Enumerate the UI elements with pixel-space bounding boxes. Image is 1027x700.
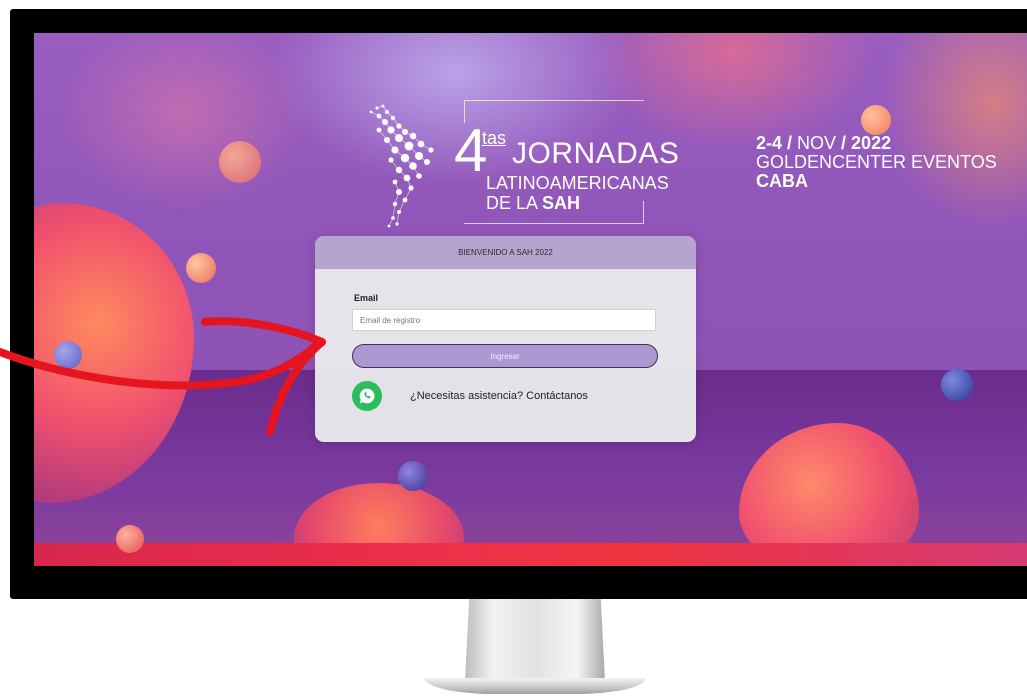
decorative-sphere xyxy=(116,525,144,553)
south-america-map-icon xyxy=(369,104,434,228)
event-organization: DE LA SAH xyxy=(486,193,580,214)
event-days: 2-4 / xyxy=(756,133,793,153)
whatsapp-glyph xyxy=(359,388,375,404)
event-edition-ordinal: tas xyxy=(482,128,507,148)
event-venue: GOLDENCENTER EVENTOS xyxy=(756,152,997,172)
email-label: Email xyxy=(354,293,379,303)
red-arrow-annotation xyxy=(0,317,326,436)
event-city: CABA xyxy=(756,171,808,191)
whatsapp-icon[interactable] xyxy=(352,381,382,411)
decorative-sphere xyxy=(186,253,216,283)
email-field[interactable] xyxy=(352,309,656,331)
login-card: BIENVENIDO A SAH 2022 Email Ingresar ¿Ne… xyxy=(315,236,696,442)
event-title: JORNADAS xyxy=(512,137,680,170)
event-year: / 2022 xyxy=(841,133,892,153)
event-subtitle: LATINOAMERICANAS xyxy=(486,173,669,193)
event-dates: 2-4 / NOV / 2022 xyxy=(756,133,891,153)
monitor-stand-base xyxy=(424,678,646,694)
event-organization-prefix: DE LA xyxy=(486,193,543,213)
decorative-sphere xyxy=(941,369,973,401)
login-card-header: BIENVENIDO A SAH 2022 xyxy=(315,236,696,269)
decorative-sphere xyxy=(861,105,891,135)
monitor-stand xyxy=(465,599,605,681)
event-month: NOV xyxy=(792,133,842,153)
background-stripe xyxy=(34,543,1027,566)
event-organization-name: SAH xyxy=(542,193,581,213)
help-contact-link[interactable]: ¿Necesitas asistencia? Contáctanos xyxy=(410,390,588,402)
login-button[interactable]: Ingresar xyxy=(352,344,658,368)
decorative-sphere xyxy=(219,141,261,183)
help-contact-row[interactable]: ¿Necesitas asistencia? Contáctanos xyxy=(352,381,588,411)
decorative-sphere xyxy=(398,461,428,491)
